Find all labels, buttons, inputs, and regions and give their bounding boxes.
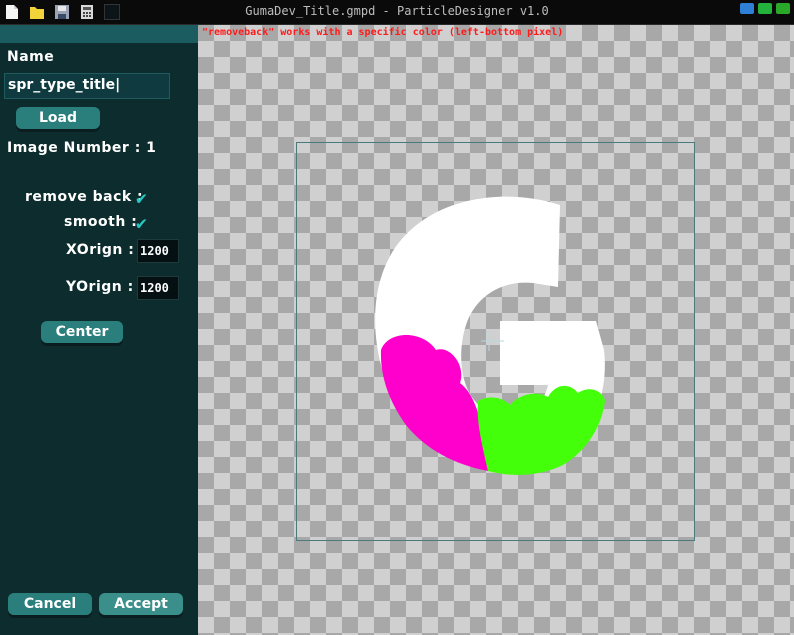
yorign-label: YOrign : — [66, 279, 134, 295]
image-number-label: Image Number : 1 — [7, 140, 157, 156]
center-button[interactable]: Center — [41, 321, 123, 343]
xorign-label: XOrign : — [66, 242, 135, 258]
close-button[interactable] — [776, 3, 790, 14]
smooth-checkbox[interactable]: ✔ — [136, 213, 147, 234]
g-magenta-fill — [380, 335, 488, 471]
title-bar: GumaDev_Title.gmpd - ParticleDesigner v1… — [0, 0, 794, 25]
xorign-field[interactable]: 1200 — [137, 239, 179, 263]
panel-header-bar — [0, 25, 198, 43]
name-input[interactable]: spr_type_title| — [4, 73, 170, 99]
window-title: GumaDev_Title.gmpd - ParticleDesigner v1… — [245, 4, 549, 18]
remove-back-label: remove back : — [25, 189, 144, 205]
load-button[interactable]: Load — [16, 107, 100, 129]
properties-panel: Name spr_type_title| Load Image Number :… — [0, 25, 198, 635]
letter-g-logo — [375, 196, 605, 475]
accept-button[interactable]: Accept — [99, 593, 183, 615]
cancel-button[interactable]: Cancel — [8, 593, 92, 615]
preview-canvas[interactable]: "removeback" works with a specific color… — [198, 25, 794, 635]
remove-back-checkbox[interactable]: ✔ — [136, 188, 147, 209]
maximize-button[interactable] — [758, 3, 772, 14]
smooth-label: smooth : — [64, 214, 138, 230]
yorign-field[interactable]: 1200 — [137, 276, 179, 300]
minimize-button[interactable] — [740, 3, 754, 14]
name-label: Name — [7, 49, 55, 65]
g-green-fill — [477, 385, 605, 475]
